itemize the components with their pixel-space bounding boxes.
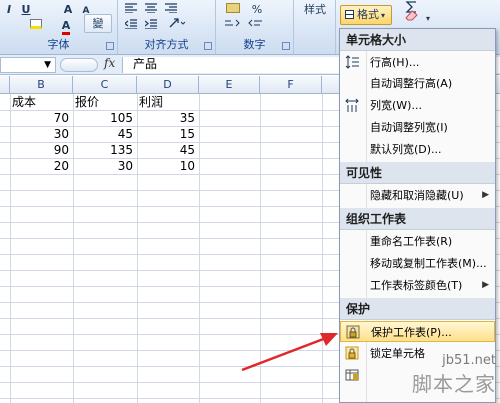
lock-icon <box>344 346 359 360</box>
increase-indent-button[interactable] <box>142 16 160 35</box>
menu-header-protection: 保护 <box>340 298 495 320</box>
menu-item-default-width[interactable]: 默认列宽(D)... <box>340 139 495 160</box>
font-dialog-launcher[interactable] <box>106 42 114 50</box>
styles-group: 样式 <box>294 0 336 54</box>
orientation-button[interactable] <box>164 16 190 35</box>
format-button[interactable]: 格式 ▾ <box>340 5 392 25</box>
gridline <box>260 94 261 403</box>
cell-b5[interactable]: 20 <box>10 158 73 174</box>
submenu-arrow-icon: ▶ <box>482 280 489 290</box>
menu-header-cell-size: 单元格大小 <box>340 29 495 51</box>
menu-header-visibility: 可见性 <box>340 162 495 184</box>
menu-item-move-copy-sheet[interactable]: 移动或复制工作表(M)... <box>340 253 495 274</box>
decrease-indent-button[interactable] <box>122 16 140 35</box>
watermark-url: jb51.net <box>442 353 496 368</box>
styles-label: 样式 <box>304 3 326 16</box>
protect-sheet-icon <box>345 325 360 339</box>
column-header-d[interactable]: D <box>137 76 199 94</box>
currency-icon <box>226 3 240 13</box>
column-width-icon <box>344 98 359 112</box>
menu-item-autofit-column[interactable]: 自动调整列宽(I) <box>340 117 495 138</box>
eraser-icon <box>405 10 418 21</box>
menu-header-organize-sheets: 组织工作表 <box>340 208 495 230</box>
column-header-c[interactable]: C <box>73 76 137 94</box>
font-color-icon: A <box>61 20 71 35</box>
cell-b2[interactable]: 70 <box>10 110 73 126</box>
increase-indent-icon <box>144 19 157 30</box>
format-cells-icon <box>344 368 359 382</box>
cell-d5[interactable]: 10 <box>137 158 199 174</box>
format-dropdown-menu: 单元格大小 行高(H)... 自动调整行高(A) 列宽(W)... 自动调整列宽… <box>339 28 496 403</box>
align-right-icon <box>165 3 177 14</box>
menu-item-row-height[interactable]: 行高(H)... <box>340 52 495 73</box>
cell-d1[interactable]: 利润 <box>139 94 197 110</box>
number-dialog-launcher[interactable] <box>282 42 290 50</box>
cell-c1[interactable]: 报价 <box>75 94 135 110</box>
text-orientation-icon <box>169 18 186 28</box>
menu-item-tab-color[interactable]: 工作表标签颜色(T) ▶ <box>340 275 495 296</box>
cell-c5[interactable]: 30 <box>73 158 137 174</box>
gridline <box>322 94 323 403</box>
cell-c3[interactable]: 45 <box>73 126 137 142</box>
fill-color-icon <box>30 19 42 29</box>
cell-d4[interactable]: 45 <box>137 142 199 158</box>
menu-item-column-width[interactable]: 列宽(W)... <box>340 95 495 116</box>
italic-button[interactable]: I <box>2 0 16 19</box>
formula-cancel-enter-buttons[interactable] <box>60 58 98 72</box>
cell-d3[interactable]: 15 <box>137 126 199 142</box>
phonetic-button[interactable]: 變 <box>84 14 112 33</box>
clear-button[interactable] <box>400 8 424 27</box>
increase-decimal-button[interactable] <box>222 16 244 35</box>
font-group-label: 字体 <box>47 38 70 51</box>
menu-item-hide-unhide[interactable]: 隐藏和取消隐藏(U) ▶ <box>340 185 495 206</box>
name-box-dropdown-icon[interactable]: ▼ <box>44 60 51 70</box>
gridline <box>199 94 200 403</box>
insert-function-button[interactable]: fx <box>104 56 115 70</box>
alignment-group-label: 对齐方式 <box>144 38 189 51</box>
row-height-icon <box>344 55 359 69</box>
cell-b3[interactable]: 30 <box>10 126 73 142</box>
cell-c2[interactable]: 105 <box>73 110 137 126</box>
alignment-dialog-launcher[interactable] <box>204 42 212 50</box>
decrease-decimal-icon <box>248 19 262 27</box>
cell-b1[interactable]: 成本 <box>12 94 72 110</box>
cell-c4[interactable]: 135 <box>73 142 137 158</box>
number-group: % 数字 <box>216 0 294 54</box>
cell-d2[interactable]: 35 <box>137 110 199 126</box>
menu-item-protect-sheet[interactable]: 保护工作表(P)... <box>340 321 495 342</box>
decrease-indent-icon <box>124 19 137 30</box>
menu-item-autofit-row[interactable]: 自动调整行高(A) <box>340 73 495 94</box>
align-left-icon <box>125 3 137 14</box>
increase-decimal-icon <box>225 19 240 27</box>
column-header-b[interactable]: B <box>10 76 73 94</box>
alignment-group: 对齐方式 <box>118 0 216 54</box>
decrease-decimal-button[interactable] <box>246 16 268 35</box>
menu-item-rename-sheet[interactable]: 重命名工作表(R) <box>340 231 495 252</box>
submenu-arrow-icon: ▶ <box>482 190 489 200</box>
column-header-a[interactable] <box>0 76 10 94</box>
cell-b4[interactable]: 90 <box>10 142 73 158</box>
watermark-site-name: 脚本之家 <box>412 372 496 396</box>
name-box[interactable]: ▼ <box>0 57 56 73</box>
format-icon <box>345 10 354 19</box>
font-color-button[interactable]: A <box>54 16 78 35</box>
watermark: jb51.net 脚本之家 <box>412 353 496 397</box>
column-header-e[interactable]: E <box>199 76 260 94</box>
fill-color-button[interactable] <box>24 16 48 35</box>
column-header-f[interactable]: F <box>260 76 322 94</box>
styles-button[interactable]: 样式 <box>296 2 334 32</box>
align-center-icon <box>145 3 157 14</box>
font-group: I U A A A 變 字体 <box>0 0 118 54</box>
ribbon-chevron[interactable]: ▾ <box>422 8 434 27</box>
